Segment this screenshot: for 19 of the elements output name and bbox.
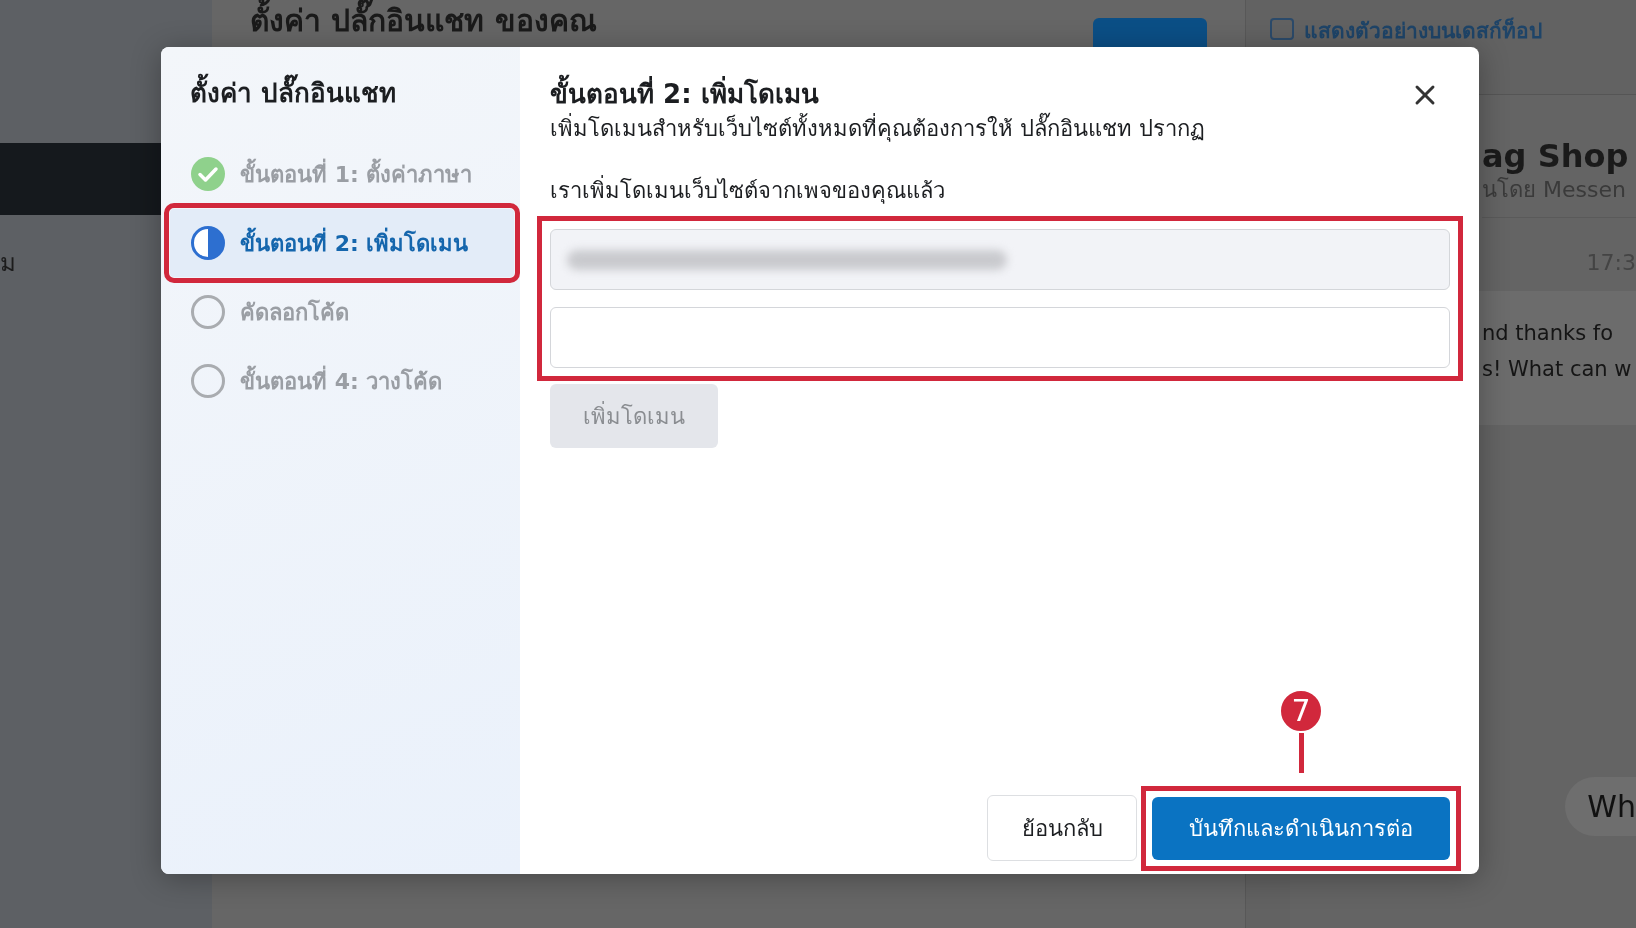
back-button[interactable]: ย้อนกลับ [987,795,1137,861]
quick-reply[interactable]: Wh [1565,777,1636,836]
preview-checkbox[interactable] [1270,18,1294,40]
message-text: nd thanks fo [1482,320,1615,347]
domains-label: เราเพิ่มโดเมนเว็บไซต์จากเพจของคุณแล้ว [550,175,1450,207]
step-number-badge: 7 [1279,688,1323,733]
domain-field[interactable] [550,307,1450,368]
step-item[interactable]: ขั้นตอนที่ 1: ตั้งค่าภาษา [170,140,514,208]
domain-field[interactable] [550,229,1450,290]
dialog-sidebar-title: ตั้งค่า ปลั๊กอินแชท [190,73,520,113]
message-text: s! What can w [1482,356,1633,383]
dialog-title: ขั้นตอนที่ 2: เพิ่มโดเมน [550,75,819,113]
step-item[interactable]: คัดลอกโค้ด [170,278,514,346]
sidebar-text: ม [0,248,16,279]
step-item[interactable]: ขั้นตอนที่ 4: วางโค้ด [170,347,514,415]
shop-name: ag Shop [1482,137,1630,175]
dialog-description: เพิ่มโดเมนสำหรับเว็บไซต์ทั้งหมดที่คุณต้องการให้ ปลั๊กอินแชท ปรากฏ [550,113,1450,145]
checkbox-label: แสดงตัวอย่างบนเดสก์ท็อป [1304,18,1542,44]
save-continue-button[interactable]: บันทึกและดำเนินการต่อ [1152,796,1450,860]
